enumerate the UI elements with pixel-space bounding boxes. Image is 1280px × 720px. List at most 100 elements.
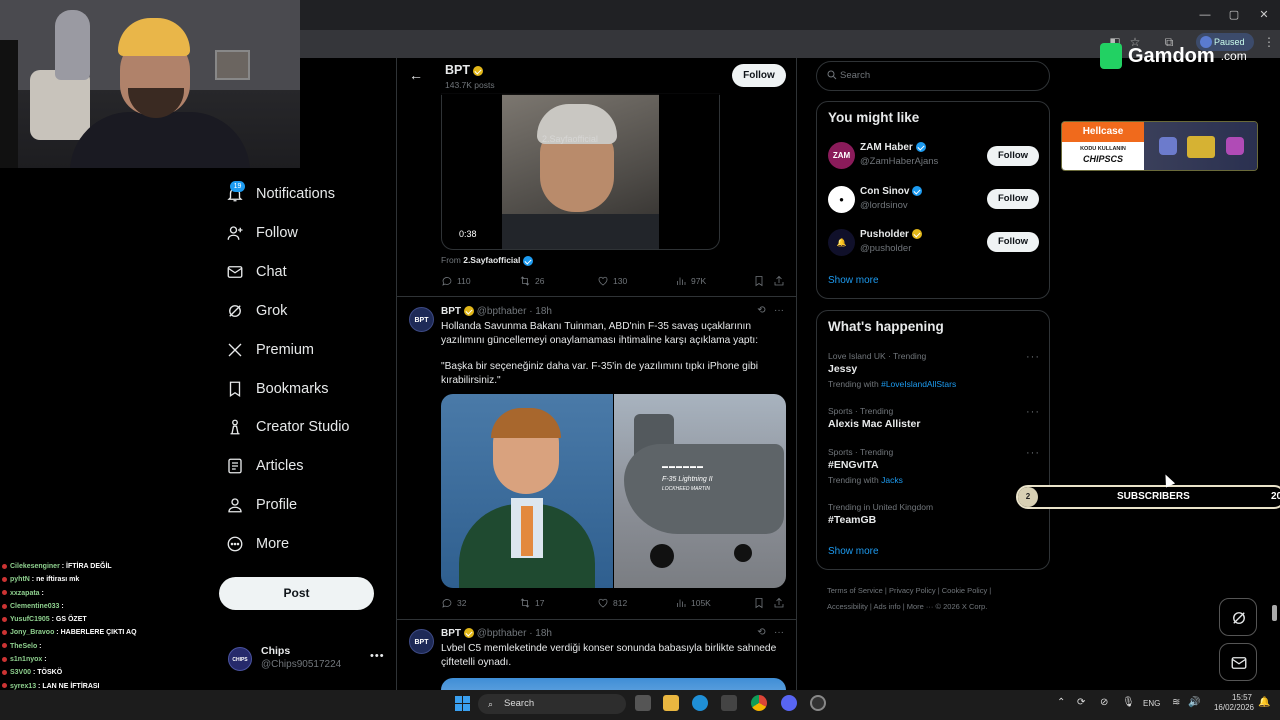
views-button[interactable]: 105K [675, 597, 711, 609]
tweet-image-f35[interactable]: ▬▬▬▬▬▬ F-35 Lightning II LOCKHEED MARTIN [613, 394, 786, 588]
trend-title[interactable]: #ENGvITA [828, 459, 879, 471]
tweet-avatar[interactable]: BPT [409, 629, 434, 654]
wifi-icon[interactable]: ≋ [1172, 697, 1180, 708]
footer-line[interactable]: Terms of Service | Privacy Policy | Cook… [827, 583, 1057, 599]
share-button[interactable] [773, 275, 785, 287]
trend-title[interactable]: Alexis Mac Allister [828, 418, 920, 430]
nav-profile[interactable]: Profile [226, 490, 297, 520]
grok-icon[interactable]: ⟲ [757, 305, 765, 316]
suggestion-name[interactable]: Pusholder [860, 229, 922, 240]
footer-links[interactable]: Terms of Service | Privacy Policy | Cook… [827, 583, 1057, 615]
nav-more[interactable]: More [226, 529, 289, 559]
discord-icon[interactable] [781, 695, 797, 711]
bookmark-tweet-button[interactable] [753, 275, 765, 287]
language-indicator[interactable]: ENG [1143, 699, 1160, 708]
scrollbar-thumb[interactable] [1272, 605, 1277, 621]
trend-title[interactable]: Jessy [828, 363, 857, 375]
suggestion-name[interactable]: Con Sinov [860, 186, 923, 197]
browser-menu-icon[interactable]: ⋮ [1262, 35, 1276, 49]
views-icon [677, 599, 686, 607]
views-button[interactable]: 97K [675, 275, 706, 287]
post-button[interactable]: Post [219, 577, 374, 610]
tray-mic-icon[interactable]: 🎙 [1122, 697, 1135, 708]
chrome-icon[interactable] [751, 695, 767, 711]
tweet-menu[interactable]: ⟲ ··· [757, 305, 784, 316]
tweet-handle[interactable]: @bpthaber [477, 306, 527, 317]
app-icon[interactable] [810, 695, 826, 711]
account-name[interactable]: Chips [261, 645, 290, 657]
nav-grok[interactable]: Grok [226, 296, 287, 326]
clock-time[interactable]: 15:57 [1212, 692, 1252, 703]
trend-more-icon[interactable]: ··· [1026, 447, 1040, 459]
nav-premium[interactable]: Premium [226, 335, 314, 365]
tray-network-icon[interactable]: ⊘ [1100, 697, 1108, 708]
file-explorer-icon[interactable] [663, 695, 679, 711]
more-icon[interactable]: ··· [774, 627, 784, 638]
edge-icon[interactable] [692, 695, 708, 711]
trend-more-icon[interactable]: ··· [1026, 406, 1040, 418]
bookmark-icon [755, 276, 763, 287]
tray-chevron-icon[interactable]: ⌃ [1057, 697, 1065, 708]
task-view-icon[interactable] [635, 695, 651, 711]
tweet-image-minister[interactable] [441, 394, 613, 588]
suggestion-follow-button[interactable]: Follow [987, 232, 1039, 252]
suggestion-avatar[interactable]: ZAM [828, 142, 855, 169]
clock-date[interactable]: 16/02/2026 [1210, 703, 1254, 712]
reply-button[interactable]: 110 [441, 275, 471, 287]
volume-icon[interactable]: 🔊 [1188, 697, 1200, 708]
share-button[interactable] [773, 597, 785, 609]
repost-button[interactable]: 17 [519, 597, 544, 609]
timeline[interactable]: 2.Sayfaofficial 0:38 From 2.Sayfaofficia… [396, 58, 797, 720]
store-icon[interactable] [721, 695, 737, 711]
show-more-link[interactable]: Show more [828, 546, 879, 557]
bookmark-tweet-button[interactable] [753, 597, 765, 609]
nav-chat[interactable]: Chat [226, 257, 287, 287]
trend-with-link[interactable]: #LoveIslandAllStars [881, 379, 956, 389]
like-button[interactable]: 130 [597, 275, 627, 287]
tweet-avatar[interactable]: BPT [409, 307, 434, 332]
chat-badge-icon [2, 563, 7, 569]
grok-floating-button[interactable] [1219, 598, 1257, 636]
suggestion-follow-button[interactable]: Follow [987, 189, 1039, 209]
show-more-link[interactable]: Show more [828, 275, 879, 286]
trend-with-link[interactable]: Jacks [881, 475, 903, 485]
back-arrow-icon[interactable]: ← [409, 67, 423, 83]
nav-creator-studio[interactable]: Creator Studio [226, 412, 350, 442]
tweet-author[interactable]: BPT [441, 628, 461, 639]
reply-button[interactable]: 32 [441, 597, 466, 609]
heart-icon [598, 598, 608, 608]
follow-button[interactable]: Follow [732, 64, 786, 87]
nav-articles[interactable]: Articles [226, 451, 304, 481]
trend-title[interactable]: #TeamGB [828, 514, 876, 526]
video-source[interactable]: From 2.Sayfaofficial [441, 255, 534, 266]
taskbar-search[interactable] [478, 694, 626, 714]
like-button[interactable]: 812 [597, 597, 627, 609]
tweet-handle[interactable]: @bpthaber [477, 628, 527, 639]
account-avatar[interactable]: CHIPS [228, 647, 252, 671]
tweet-video[interactable]: 2.Sayfaofficial 0:38 [441, 93, 720, 250]
start-icon[interactable] [455, 696, 470, 711]
more-icon[interactable]: ··· [774, 305, 784, 316]
nav-bookmarks[interactable]: Bookmarks [226, 374, 329, 404]
trend-more-icon[interactable]: ··· [1026, 351, 1040, 363]
maximize-window-button[interactable]: ▢ [1224, 6, 1244, 24]
grok-icon[interactable]: ⟲ [757, 627, 765, 638]
close-window-button[interactable]: ✕ [1254, 6, 1274, 24]
nav-follow[interactable]: Follow [226, 218, 298, 248]
from-source[interactable]: 2.Sayfaofficial [463, 255, 520, 265]
tweet-time[interactable]: · 18h [529, 306, 552, 317]
tray-app-icon[interactable]: ⟳ [1077, 697, 1085, 708]
repost-button[interactable]: 26 [519, 275, 544, 287]
tweet-author[interactable]: BPT [441, 306, 461, 317]
tweet-time[interactable]: · 18h [529, 628, 552, 639]
minimize-window-button[interactable]: — [1195, 6, 1215, 24]
suggestion-avatar[interactable]: ● [828, 186, 855, 213]
footer-line[interactable]: Accessibility | Ads info | More ··· © 20… [827, 599, 1057, 615]
suggestion-avatar[interactable]: 🔔 [828, 229, 855, 256]
notification-center-icon[interactable]: 🔔 [1258, 697, 1270, 708]
tweet-menu[interactable]: ⟲ ··· [757, 627, 784, 638]
suggestion-follow-button[interactable]: Follow [987, 146, 1039, 166]
messages-floating-button[interactable] [1219, 643, 1257, 681]
account-more-icon[interactable]: ••• [370, 650, 385, 662]
suggestion-name[interactable]: ZAM Haber [860, 142, 926, 153]
